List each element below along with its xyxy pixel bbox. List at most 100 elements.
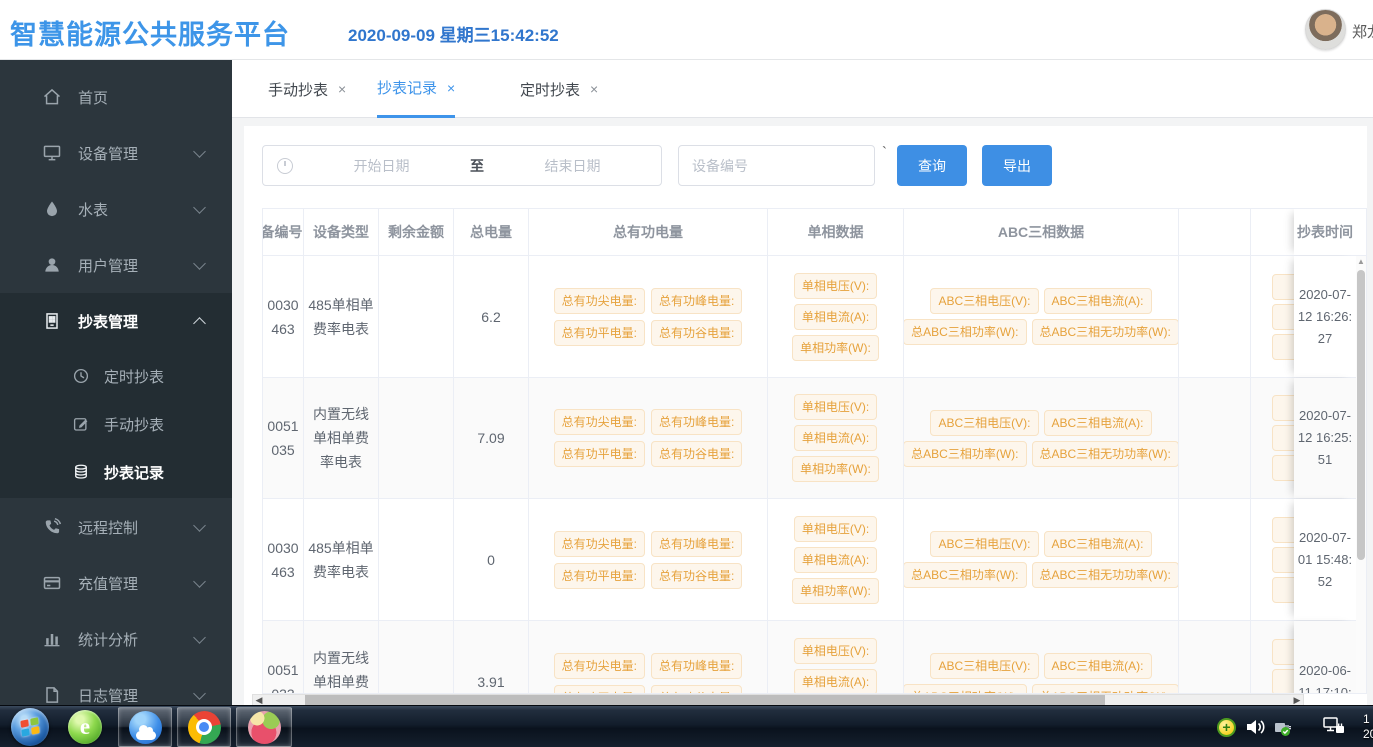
horizontal-scrollbar-thumb[interactable] <box>305 695 1105 705</box>
tab-reading-records[interactable]: 抄表记录 × <box>377 60 455 118</box>
three-phase-tag: ABC三相电流(A): <box>1044 288 1152 314</box>
sidebar-item-user-mgmt[interactable]: 用户管理 <box>0 237 232 293</box>
col-hidden <box>1251 209 1296 255</box>
sidebar-item-device-mgmt[interactable]: 设备管理 <box>0 125 232 181</box>
monitor-icon <box>42 143 62 163</box>
three-phase-tag: 总ABC三相无功功率(W): <box>1032 319 1179 345</box>
three-phase-tag: ABC三相电流(A): <box>1044 653 1152 679</box>
chevron-down-icon <box>193 201 206 214</box>
device-no-input[interactable]: 设备编号 <box>678 145 875 186</box>
three-phase-tag: ABC三相电流(A): <box>1044 410 1152 436</box>
green-e-browser-icon[interactable]: e <box>68 710 102 744</box>
col-device-type: 设备类型 <box>304 209 379 255</box>
table-body: 0030463 485单相单费率电表 6.2 总有功尖电量: 总有功峰电量: 总… <box>263 256 1366 694</box>
database-icon <box>72 463 90 481</box>
windows-logo-icon <box>20 717 39 737</box>
sidebar-item-meter-reading-mgmt[interactable]: 抄表管理 <box>0 293 232 349</box>
col-device-no: 设备编号 <box>263 209 304 255</box>
close-icon[interactable]: × <box>338 81 346 97</box>
date-range-input[interactable]: 开始日期 至 结束日期 <box>262 145 662 186</box>
three-phase-tag: ABC三相电流(A): <box>1044 531 1152 557</box>
device-type: 485单相单费率电表 <box>308 536 374 584</box>
three-phase-tag: 总ABC三相功率(W): <box>904 562 1027 588</box>
table-header-row: 设备编号 设备类型 剩余金额 总电量 总有功电量 单相数据 ABC三相数据 抄表… <box>263 209 1366 256</box>
vertical-scrollbar[interactable]: ▲ <box>1356 256 1366 693</box>
username-label[interactable]: 郑龙 <box>1352 21 1373 42</box>
energy-tag: 总有功尖电量: <box>554 288 645 314</box>
sidebar-item-remote-control[interactable]: 远程控制 <box>0 499 232 555</box>
scroll-up-icon[interactable]: ▲ <box>1357 258 1365 266</box>
total-energy: 0 <box>454 499 529 620</box>
start-button[interactable] <box>11 708 49 746</box>
close-icon[interactable]: × <box>447 80 455 96</box>
speaker-icon[interactable] <box>1246 718 1266 736</box>
table-row: 0051035 内置无线单相单费率电表 7.09 总有功尖电量: 总有功峰电量:… <box>263 378 1366 499</box>
energy-tag: 总有功平电量: <box>554 441 645 467</box>
log-file-icon <box>42 685 62 705</box>
sidebar-item-timed-reading[interactable]: 定时抄表 <box>0 352 232 400</box>
chrome-icon <box>188 711 221 744</box>
balance <box>379 499 454 620</box>
sidebar-group-meter-reading: 抄表管理 定时抄表 手动抄表 抄表记录 <box>0 293 232 498</box>
taskbar-clock[interactable]: 1 20 <box>1363 712 1373 742</box>
three-phase-tag: 总ABC三相功率(W): <box>904 684 1027 694</box>
water-drop-icon <box>42 199 62 219</box>
single-phase-tag: 单相电流(A): <box>794 304 877 330</box>
single-phase-tag: 单相电流(A): <box>794 669 877 695</box>
network-icon[interactable] <box>1322 716 1346 738</box>
energy-tag: 总有功峰电量: <box>651 653 742 679</box>
device-type: 485单相单费率电表 <box>308 293 374 341</box>
range-separator: 至 <box>470 156 484 176</box>
user-avatar[interactable] <box>1305 9 1346 50</box>
export-button[interactable]: 导出 <box>982 145 1052 186</box>
360-safety-tray-icon[interactable]: + <box>1217 718 1236 737</box>
device-no: 0030463 <box>265 536 302 584</box>
read-time: 2020-07-01 15:48:52 <box>1296 527 1354 593</box>
meter-building-icon <box>42 311 62 331</box>
photo-app-button[interactable] <box>236 707 292 747</box>
chrome-button[interactable] <box>177 707 231 747</box>
sidebar-item-statistics[interactable]: 统计分析 <box>0 611 232 667</box>
sidebar-item-reading-records[interactable]: 抄表记录 <box>0 448 232 496</box>
total-energy: 6.2 <box>454 256 529 377</box>
device-no: 0030463 <box>265 293 302 341</box>
sidebar-item-home[interactable]: 首页 <box>0 69 232 125</box>
chevron-down-icon <box>193 687 206 700</box>
energy-tag: 总有功平电量: <box>554 320 645 346</box>
tab-manual-reading[interactable]: 手动抄表 × <box>268 60 346 118</box>
three-phase-tag: ABC三相电压(V): <box>930 531 1038 557</box>
vertical-scrollbar-thumb[interactable] <box>1357 270 1365 560</box>
read-time: 2020-07-12 16:26:27 <box>1296 284 1354 350</box>
app-header: 智慧能源公共服务平台 2020-09-09 星期三15:42:52 郑龙 <box>0 0 1373 60</box>
energy-tag: 总有功平电量: <box>554 685 645 695</box>
energy-tag: 总有功尖电量: <box>554 653 645 679</box>
usb-device-icon[interactable] <box>1272 717 1294 737</box>
qq-browser-button[interactable] <box>118 707 172 747</box>
col-read-time: 抄表时间 <box>1294 209 1356 255</box>
chevron-down-icon <box>193 257 206 270</box>
single-phase-tag: 单相电压(V): <box>794 394 877 420</box>
total-energy: 7.09 <box>454 378 529 498</box>
photo-app-icon <box>248 711 281 744</box>
user-icon <box>42 255 62 275</box>
sidebar-item-manual-reading[interactable]: 手动抄表 <box>0 400 232 448</box>
single-phase-tag: 单相功率(W): <box>792 578 879 604</box>
col-three-phase: ABC三相数据 <box>904 209 1179 255</box>
tab-timed-reading[interactable]: 定时抄表 × <box>520 60 598 118</box>
sidebar-item-water-meter[interactable]: 水表 <box>0 181 232 237</box>
scroll-right-icon[interactable]: ▶ <box>1291 695 1303 705</box>
col-total-energy: 总电量 <box>454 209 529 255</box>
clock-icon <box>277 158 293 174</box>
energy-tag: 总有功谷电量: <box>651 563 742 589</box>
scroll-left-icon[interactable]: ◀ <box>253 695 265 705</box>
query-button[interactable]: 查询 <box>897 145 967 186</box>
sidebar-item-recharge-mgmt[interactable]: 充值管理 <box>0 555 232 611</box>
start-date-placeholder: 开始日期 <box>293 156 470 176</box>
energy-tag: 总有功谷电量: <box>651 685 742 695</box>
single-phase-tag: 单相电流(A): <box>794 547 877 573</box>
single-phase-tag: 单相功率(W): <box>792 456 879 482</box>
table-row: 0030463 485单相单费率电表 6.2 总有功尖电量: 总有功峰电量: 总… <box>263 256 1366 378</box>
close-icon[interactable]: × <box>590 81 598 97</box>
end-date-placeholder: 结束日期 <box>484 156 661 176</box>
energy-tag: 总有功峰电量: <box>651 288 742 314</box>
